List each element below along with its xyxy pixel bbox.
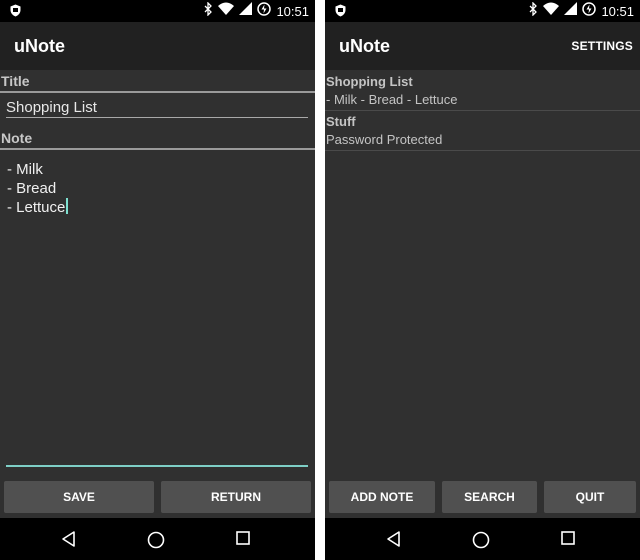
note-line: - Milk bbox=[7, 161, 43, 178]
recent-apps-icon[interactable] bbox=[560, 530, 576, 551]
wifi-icon bbox=[543, 2, 560, 20]
note-section-header: Note bbox=[0, 128, 315, 150]
battery-charging-icon bbox=[582, 1, 597, 21]
divider bbox=[0, 91, 315, 93]
note-body-input[interactable]: - Milk - Bread - Lettuce bbox=[7, 160, 307, 460]
shield-icon bbox=[10, 4, 21, 22]
list-item[interactable]: Shopping List - Milk - Bread - Lettuce bbox=[325, 71, 640, 111]
title-section-header: Title bbox=[0, 71, 315, 93]
app-bar: uNote bbox=[0, 22, 315, 70]
back-icon[interactable] bbox=[385, 530, 403, 553]
save-button[interactable]: SAVE bbox=[4, 481, 154, 513]
list-item[interactable]: Stuff Password Protected bbox=[325, 111, 640, 151]
home-icon[interactable] bbox=[471, 530, 491, 555]
note-title: Stuff bbox=[326, 114, 356, 129]
note-preview: - Milk - Bread - Lettuce bbox=[326, 92, 458, 107]
note-editor-screen: 10:51 uNote Title Shopping List Note - M… bbox=[0, 0, 315, 560]
note-label: Note bbox=[1, 130, 33, 146]
wifi-icon bbox=[218, 2, 235, 20]
clock: 10:51 bbox=[601, 3, 634, 19]
recent-apps-icon[interactable] bbox=[235, 530, 251, 551]
quit-button[interactable]: QUIT bbox=[544, 481, 636, 513]
shield-icon bbox=[335, 4, 346, 22]
navigation-bar bbox=[325, 518, 640, 560]
note-preview: Password Protected bbox=[326, 132, 443, 147]
divider bbox=[0, 148, 315, 150]
signal-icon bbox=[564, 2, 578, 20]
app-title: uNote bbox=[14, 36, 65, 56]
back-icon[interactable] bbox=[60, 530, 78, 553]
search-button[interactable]: SEARCH bbox=[442, 481, 537, 513]
title-label: Title bbox=[1, 73, 30, 89]
bluetooth-icon bbox=[204, 0, 213, 21]
status-bar: 10:51 bbox=[325, 0, 640, 22]
status-bar: 10:51 bbox=[0, 0, 315, 22]
return-button[interactable]: RETURN bbox=[161, 481, 311, 513]
signal-icon bbox=[239, 2, 253, 20]
text-cursor bbox=[66, 198, 69, 214]
note-line: - Bread bbox=[7, 180, 57, 197]
note-line-text: - Lettuce bbox=[7, 199, 66, 216]
app-bar: uNote SETTINGS bbox=[325, 22, 640, 70]
note-input-underline bbox=[6, 465, 308, 467]
add-note-button[interactable]: ADD NOTE bbox=[329, 481, 435, 513]
title-input[interactable]: Shopping List bbox=[6, 99, 308, 118]
notes-list-screen: 10:51 uNote SETTINGS Shopping List - Mil… bbox=[325, 0, 640, 560]
navigation-bar bbox=[0, 518, 315, 560]
battery-charging-icon bbox=[257, 1, 272, 21]
settings-button[interactable]: SETTINGS bbox=[571, 39, 633, 53]
note-title: Shopping List bbox=[326, 74, 413, 89]
app-title: uNote bbox=[339, 36, 390, 56]
bluetooth-icon bbox=[529, 0, 538, 21]
home-icon[interactable] bbox=[146, 530, 166, 555]
note-line: - Lettuce bbox=[7, 198, 307, 217]
clock: 10:51 bbox=[276, 3, 309, 19]
